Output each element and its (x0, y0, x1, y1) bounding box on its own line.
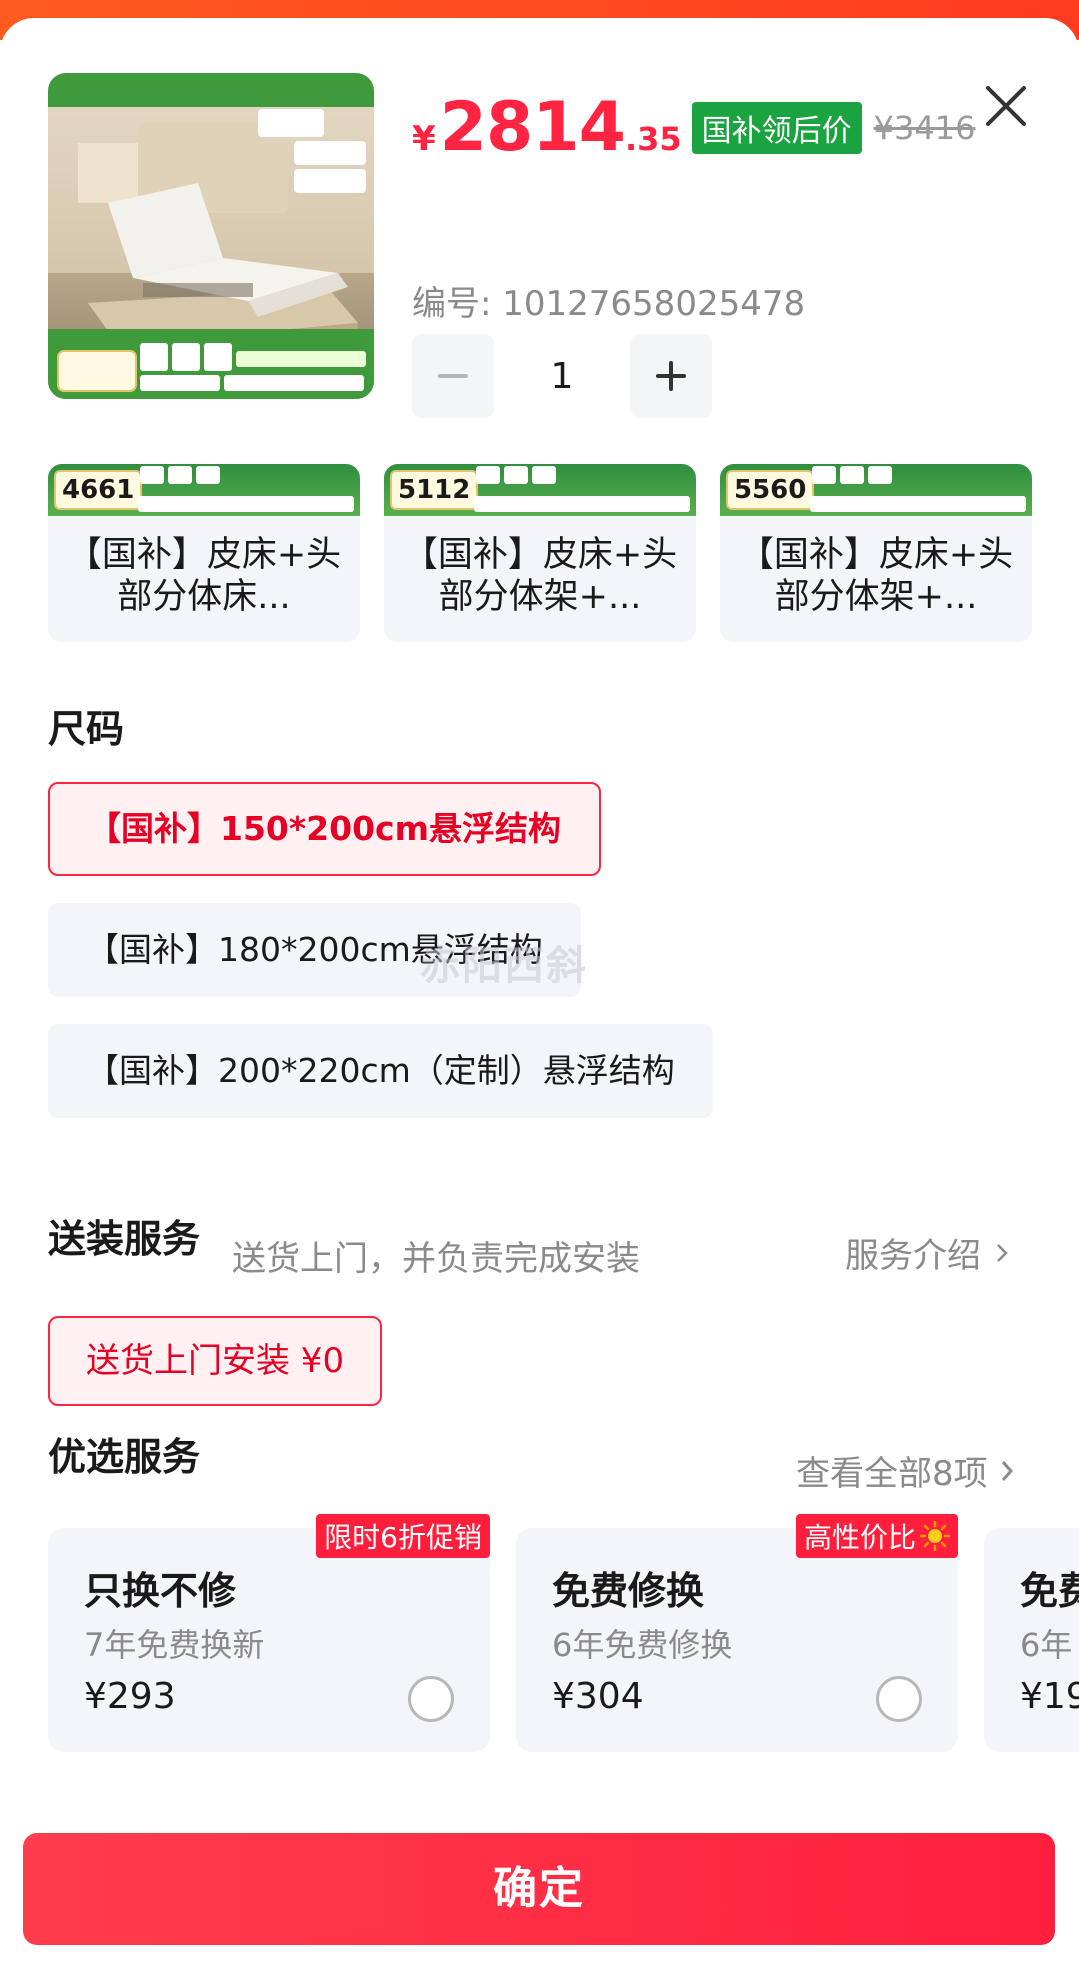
variant-price: 4661 (54, 470, 143, 510)
price-decimal: .35 (624, 120, 682, 158)
product-image (48, 73, 374, 399)
delivery-subtitle: 送货上门，并负责完成安装 (232, 1239, 640, 1279)
sku-code: 编号: 10127658025478 (412, 284, 806, 324)
promo-tag-label: 限时6折促销 (324, 1521, 482, 1554)
promo-tag: 限时6折促销 (316, 1514, 490, 1558)
variant-banner: 4661 (48, 464, 360, 516)
service-price: ¥19 (1020, 1676, 1079, 1717)
close-icon (986, 86, 1026, 126)
sun-icon (920, 1521, 950, 1551)
view-all-label: 查看全部8项 (796, 1454, 988, 1494)
variant-label-line1: 【国补】皮床+头 (66, 535, 342, 575)
watermark: 赤阳西斜 (420, 943, 588, 989)
service-intro-link[interactable]: 服务介绍 (845, 1228, 1009, 1277)
service-price: ¥293 (84, 1676, 176, 1717)
promo-tag: 高性价比 (795, 1514, 958, 1558)
service-intro-label: 服务介绍 (845, 1236, 981, 1276)
original-price: ¥3416 (873, 109, 976, 147)
service-desc: 6年 (1020, 1626, 1073, 1664)
decrease-button[interactable] (412, 334, 494, 418)
subsidy-badge: 国补领后价 (691, 102, 862, 154)
variant-label-line1: 【国补】皮床+头 (738, 535, 1014, 575)
variant-label: 【国补】皮床+头 部分体架+... (384, 516, 696, 618)
service-radio[interactable] (876, 1676, 922, 1722)
delivery-install-option[interactable]: 送货上门安装 ¥0 (48, 1316, 383, 1406)
view-all-services-link[interactable]: 查看全部8项 (796, 1446, 1014, 1495)
variant-label-line2: 部分体架+... (438, 577, 642, 617)
service-name: 只换不修 (84, 1569, 237, 1613)
service-price: ¥304 (552, 1676, 644, 1717)
preferred-section-title: 优选服务 (48, 1435, 201, 1479)
variant-price: 5560 (726, 470, 815, 510)
chevron-right-icon (1001, 1460, 1013, 1481)
variant-label-line2: 部分体床... (117, 577, 291, 617)
confirm-button[interactable]: 确定 (23, 1833, 1055, 1945)
chevron-right-icon (997, 1243, 1008, 1262)
service-desc: 7年免费换新 (84, 1626, 265, 1664)
service-radio[interactable] (408, 1676, 454, 1722)
service-desc: 6年免费修换 (552, 1626, 733, 1664)
sku-selector-sheet: ¥ 2814 .35 国补领后价 ¥3416 编号: 1012765802547… (0, 18, 1079, 1976)
promo-tag-label: 高性价比 (803, 1521, 916, 1554)
service-card-partial[interactable]: 免费 6年 ¥19 (984, 1528, 1079, 1752)
product-image-graphic (48, 73, 374, 399)
variant-label: 【国补】皮床+头 部分体架+... (720, 516, 1032, 618)
price-row: ¥ 2814 .35 国补领后价 ¥3416 (412, 88, 975, 168)
variant-card[interactable]: 5112 【国补】皮床+头 部分体架+... (384, 464, 696, 642)
quantity-value[interactable]: 1 (494, 356, 630, 397)
delivery-section-title: 送装服务 (48, 1217, 201, 1261)
minus-icon (438, 374, 468, 378)
close-button[interactable] (978, 78, 1034, 134)
size-option-200x220[interactable]: 【国补】200*220cm（定制）悬浮结构 (48, 1024, 713, 1118)
price-integer: 2814 (439, 88, 626, 167)
variant-banner: 5560 (720, 464, 1032, 516)
variant-banner: 5112 (384, 464, 696, 516)
variant-card[interactable]: 4661 【国补】皮床+头 部分体床... (48, 464, 360, 642)
currency-symbol: ¥ (412, 119, 436, 159)
variant-label-line1: 【国补】皮床+头 (402, 535, 678, 575)
variant-card[interactable]: 5560 【国补】皮床+头 部分体架+... (720, 464, 1032, 642)
quantity-stepper: 1 (412, 334, 712, 418)
variant-label: 【国补】皮床+头 部分体床... (48, 516, 360, 618)
size-section-title: 尺码 (48, 707, 125, 751)
plus-icon (656, 361, 686, 391)
service-card-replace-only[interactable]: 限时6折促销 只换不修 7年免费换新 ¥293 (48, 1514, 490, 1752)
variant-label-line2: 部分体架+... (774, 577, 978, 617)
variant-price: 5112 (390, 470, 479, 510)
service-card-free-repair[interactable]: 高性价比 免费修换 6年免费修换 ¥304 (516, 1514, 958, 1752)
increase-button[interactable] (630, 334, 712, 418)
service-name: 免费修换 (552, 1569, 705, 1613)
service-name: 免费 (1020, 1569, 1079, 1613)
size-option-150x200[interactable]: 【国补】150*200cm悬浮结构 (48, 782, 601, 876)
